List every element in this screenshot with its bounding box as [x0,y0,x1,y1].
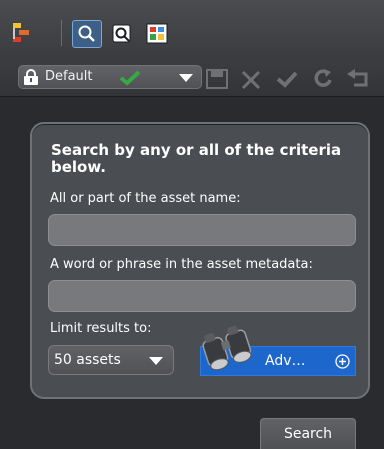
top-toolbar [0,0,384,59]
name-input[interactable] [49,215,355,245]
refresh-icon[interactable] [312,68,334,90]
back-icon[interactable] [346,68,370,90]
advanced-label: Adv… [265,353,306,369]
search-button-label: Search [283,426,333,442]
tab-search[interactable] [72,20,102,48]
metadata-input[interactable] [49,281,355,311]
limit-select[interactable]: 50 assets [48,345,174,375]
metadata-label: A word or phrase in the asset metadata: [50,257,313,272]
name-field[interactable] [48,214,356,246]
preset-name: Default [45,69,93,84]
limit-value: 50 assets [54,352,121,368]
search-icon [78,25,95,42]
binoculars-icon [202,325,252,370]
preset-dropdown[interactable]: Default [18,65,202,89]
name-label: All or part of the asset name: [50,191,241,206]
limit-label: Limit results to: [50,321,152,336]
hierarchy-icon[interactable] [11,21,33,43]
delete-icon[interactable] [240,70,262,90]
metadata-field[interactable] [48,280,356,312]
thumbnails-icon[interactable] [146,23,168,45]
chevron-down-icon [179,74,193,82]
metadata-icon[interactable] [111,23,133,45]
toolbar-separator [61,20,62,46]
search-button[interactable]: Search [260,418,356,449]
lock-icon [24,69,38,85]
chevron-down-icon [149,357,163,365]
save-icon[interactable] [205,68,229,90]
search-headline: Search by any or all of the criteria bel… [51,141,342,176]
apply-icon[interactable] [276,70,298,90]
plus-circle-icon [335,354,350,369]
checkmark-icon [119,70,141,86]
